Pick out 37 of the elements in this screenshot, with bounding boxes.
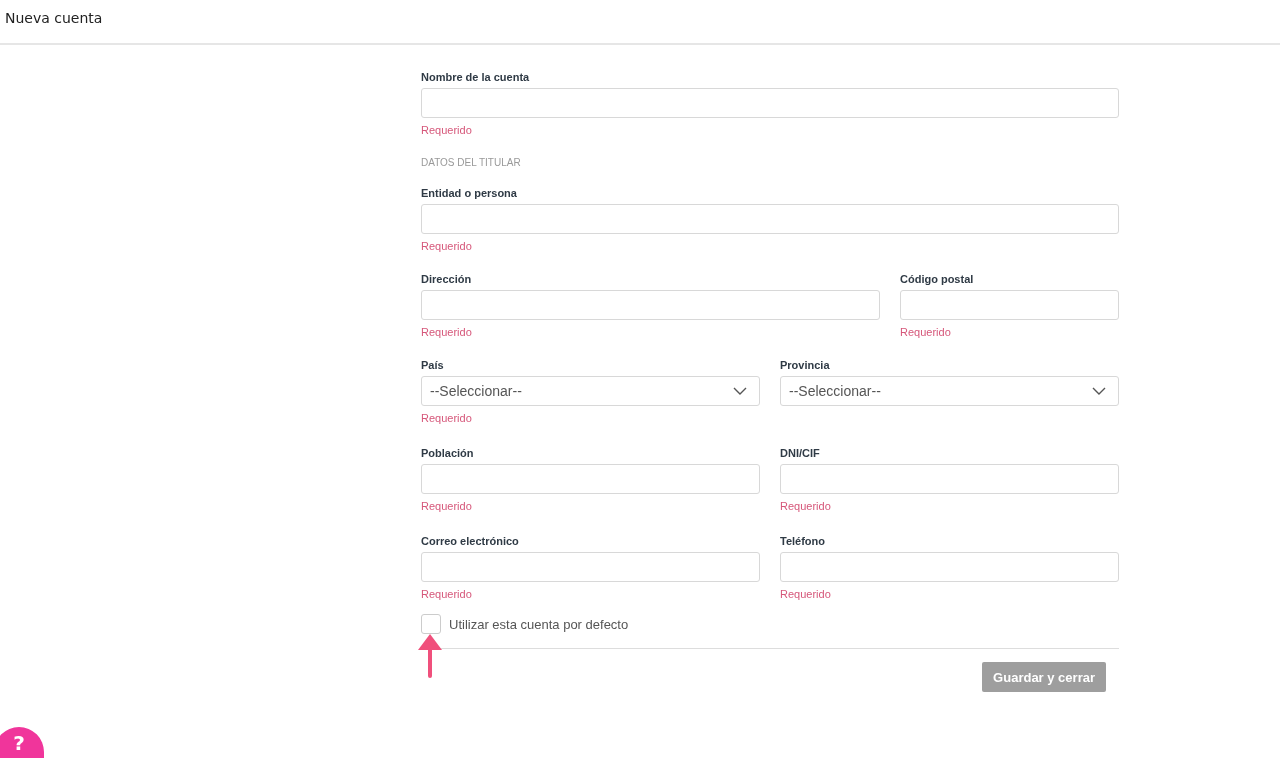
input-field[interactable]	[421, 464, 760, 494]
error-message: Requerido	[421, 123, 473, 137]
field-label: Provincia	[780, 358, 831, 372]
error-message: Requerido	[421, 499, 473, 513]
field-label: Teléfono	[780, 534, 826, 548]
section-heading: DATOS DEL TITULAR	[421, 156, 522, 170]
input-field[interactable]	[900, 290, 1119, 320]
chevron-down-icon	[1092, 387, 1106, 395]
field-label: Población	[421, 446, 475, 460]
field-label: Nombre de la cuenta	[421, 70, 531, 84]
input-field[interactable]	[421, 290, 880, 320]
checkbox-label: Utilizar esta cuenta por defecto	[449, 616, 629, 632]
error-message: Requerido	[780, 587, 832, 601]
field-label: Entidad o persona	[421, 186, 518, 200]
error-message: Requerido	[421, 325, 473, 339]
field-label: Código postal	[900, 272, 975, 286]
input-field[interactable]	[421, 88, 1119, 118]
input-field[interactable]	[421, 204, 1119, 234]
chevron-down-icon	[733, 387, 747, 395]
error-message: Requerido	[421, 239, 473, 253]
arrow-up-icon	[418, 634, 442, 678]
checkbox[interactable]	[421, 614, 441, 634]
error-message: Requerido	[421, 411, 473, 425]
input-field[interactable]	[780, 552, 1119, 582]
dropdown[interactable]: --Seleccionar--	[780, 376, 1119, 406]
dropdown[interactable]: --Seleccionar--	[421, 376, 760, 406]
input-field[interactable]	[421, 552, 760, 582]
field-label: Dirección	[421, 272, 473, 286]
input-field[interactable]	[780, 464, 1119, 494]
field-label: País	[421, 358, 445, 372]
error-message: Requerido	[780, 499, 832, 513]
field-label: Correo electrónico	[421, 534, 520, 548]
error-message: Requerido	[421, 587, 473, 601]
help-button[interactable]: ?	[0, 727, 44, 758]
field-label: DNI/CIF	[780, 446, 821, 460]
error-message: Requerido	[900, 325, 952, 339]
page-title: Nueva cuenta	[5, 9, 103, 26]
